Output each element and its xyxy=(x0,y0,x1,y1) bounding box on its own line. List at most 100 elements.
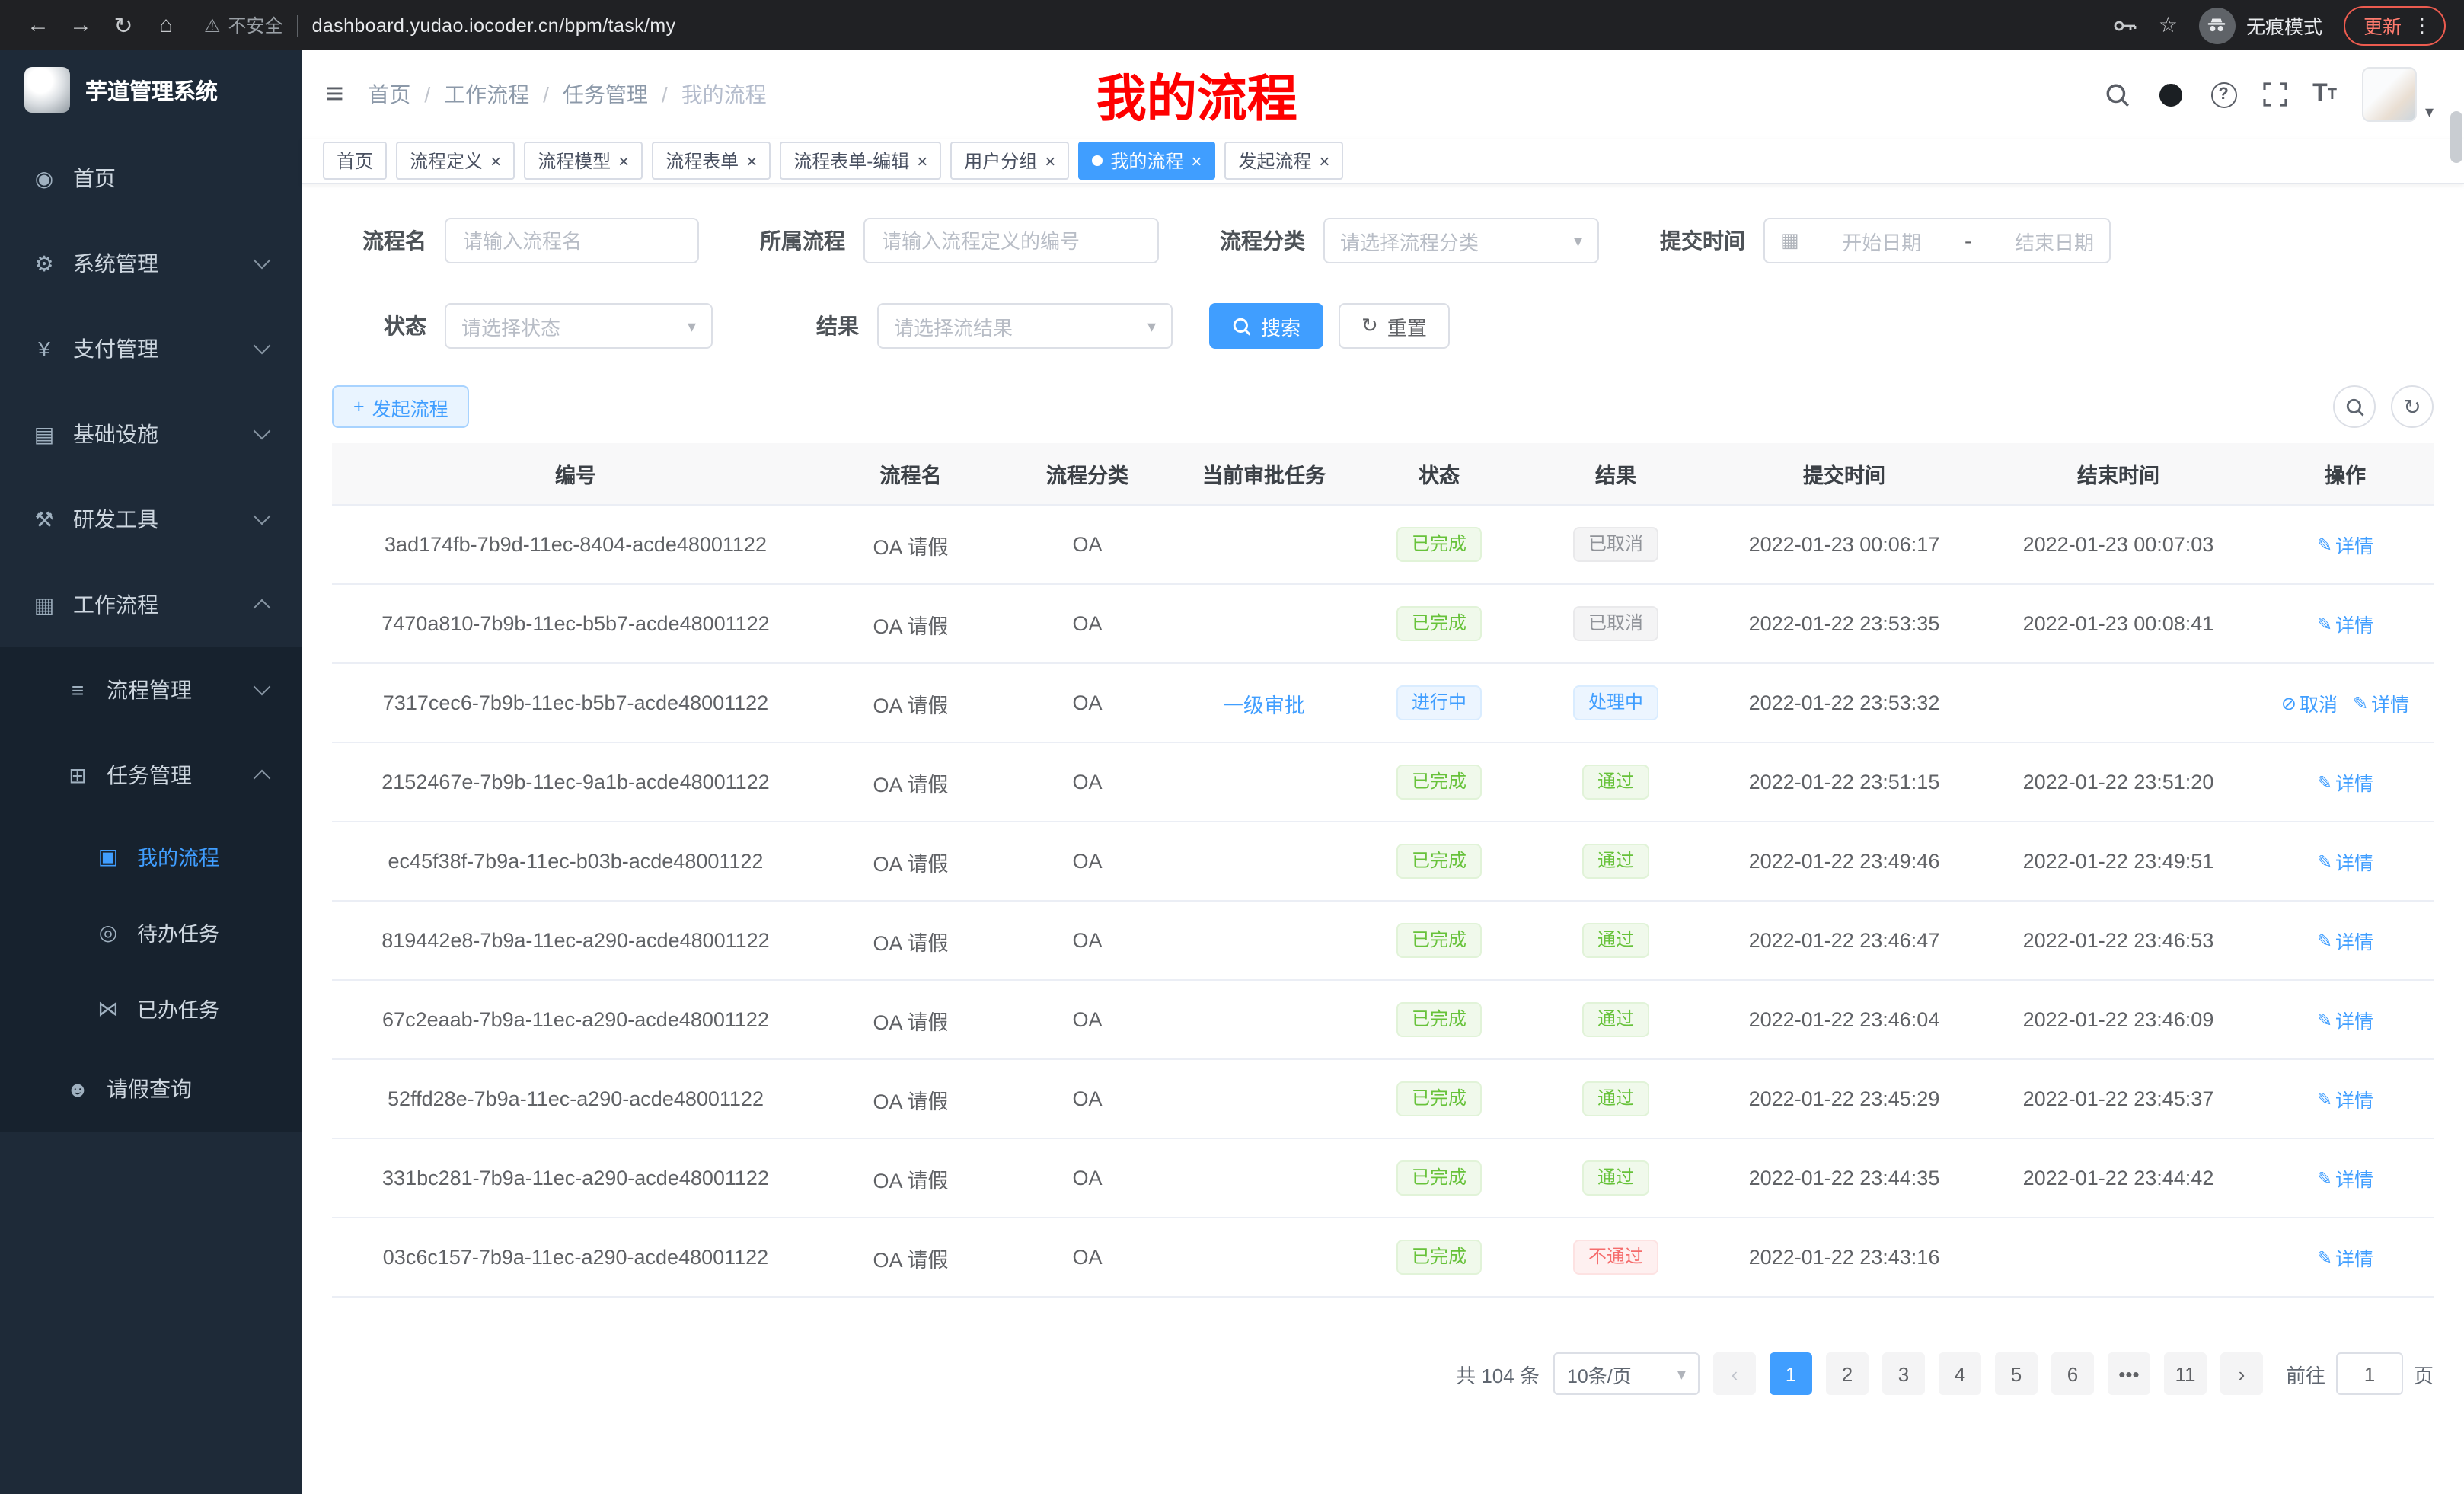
kebab-menu-icon[interactable]: ⋮ xyxy=(2412,13,2432,37)
close-tab-icon[interactable]: × xyxy=(1319,152,1329,170)
sidebar-item-home[interactable]: ◉首页 xyxy=(0,136,302,221)
browser-forward-button[interactable]: → xyxy=(61,12,101,38)
search-icon[interactable] xyxy=(2104,81,2130,107)
page-button-6[interactable]: 6 xyxy=(2051,1352,2094,1395)
close-tab-icon[interactable]: × xyxy=(917,152,927,170)
sidebar-item-infrastructure[interactable]: ▤基础设施 xyxy=(0,391,302,477)
sidebar-item-system-manage[interactable]: ⚙系统管理 xyxy=(0,221,302,306)
search-button[interactable]: 搜索 xyxy=(1209,303,1323,349)
detail-action-button[interactable]: ✎详情 xyxy=(2317,1243,2373,1272)
current-task-link[interactable]: 一级审批 xyxy=(1223,694,1305,717)
sidebar-item-dev-tools[interactable]: ⚒研发工具 xyxy=(0,477,302,562)
sidebar-item-my-process[interactable]: ▣我的流程 xyxy=(0,818,302,894)
end-time-cell: 2022-01-22 23:46:53 xyxy=(1980,901,2257,980)
cancel-action-button[interactable]: ⊘取消 xyxy=(2281,688,2338,717)
sidebar-item-done-task[interactable]: ⋈已办任务 xyxy=(0,970,302,1046)
user-menu[interactable]: ▾ xyxy=(2363,67,2434,122)
hamburger-menu-icon[interactable]: ≡ xyxy=(326,77,343,112)
tab-start-process[interactable]: 发起流程× xyxy=(1224,142,1343,180)
detail-action-button[interactable]: ✎详情 xyxy=(2317,926,2373,955)
category-select[interactable]: 请选择流程分类 ▾ xyxy=(1323,218,1599,263)
page-button-1[interactable]: 1 xyxy=(1770,1352,1812,1395)
browser-reload-button[interactable]: ↻ xyxy=(104,11,143,39)
page-size-select[interactable]: 10条/页 ▾ xyxy=(1553,1352,1700,1395)
close-tab-icon[interactable]: × xyxy=(618,152,629,170)
detail-icon: ✎ xyxy=(2317,771,2332,793)
status-cell: 已完成 xyxy=(1355,901,1523,980)
sidebar-item-todo-task[interactable]: ◎待办任务 xyxy=(0,894,302,970)
next-page-button[interactable]: › xyxy=(2220,1352,2263,1395)
sidebar-item-workflow[interactable]: ▦工作流程 xyxy=(0,562,302,647)
breadcrumb-home[interactable]: 首页 xyxy=(368,79,410,110)
actions-cell: ✎详情 xyxy=(2257,980,2434,1059)
detail-action-button[interactable]: ✎详情 xyxy=(2353,688,2409,717)
more-pages-button[interactable]: ••• xyxy=(2108,1352,2150,1395)
browser-actions: ☆ 无痕模式 更新 ⋮ xyxy=(2113,5,2446,45)
sidebar-item-leave-query[interactable]: ☻请假查询 xyxy=(0,1046,302,1132)
refresh-table-button[interactable]: ↻ xyxy=(2391,385,2434,428)
close-tab-icon[interactable]: × xyxy=(1191,152,1202,170)
font-size-icon[interactable]: TT xyxy=(2312,81,2337,108)
detail-icon: ✎ xyxy=(2317,613,2332,634)
sidebar-item-payment-manage[interactable]: ¥支付管理 xyxy=(0,306,302,391)
tab-process-form[interactable]: 流程表单 × xyxy=(652,142,771,180)
close-tab-icon[interactable]: × xyxy=(1045,152,1055,170)
app-logo-area[interactable]: 芋道管理系统 xyxy=(0,50,302,129)
tab-my-process[interactable]: 我的流程× xyxy=(1078,142,1215,180)
current-task-cell: 一级审批 xyxy=(1173,663,1355,742)
page-button-3[interactable]: 3 xyxy=(1882,1352,1925,1395)
tab-label: 流程表单 xyxy=(665,148,739,174)
tab-process-definition[interactable]: 流程定义× xyxy=(396,142,515,180)
toggle-search-button[interactable] xyxy=(2333,385,2376,428)
detail-action-button[interactable]: ✎详情 xyxy=(2317,768,2373,796)
tab-home[interactable]: 首页 xyxy=(323,142,387,180)
close-tab-icon[interactable]: × xyxy=(746,152,757,170)
tab-process-form-edit[interactable]: 流程表单-编辑× xyxy=(780,142,941,180)
browser-update-button[interactable]: 更新 ⋮ xyxy=(2344,5,2446,45)
process-def-input[interactable] xyxy=(863,218,1159,263)
breadcrumb-workflow[interactable]: 工作流程 xyxy=(444,79,529,110)
status-select[interactable]: 请选择状态 ▾ xyxy=(445,303,713,349)
bookmark-star-icon[interactable]: ☆ xyxy=(2159,12,2178,38)
tab-user-group[interactable]: 用户分组× xyxy=(950,142,1069,180)
process-name-input[interactable] xyxy=(445,218,699,263)
detail-action-button[interactable]: ✎详情 xyxy=(2317,1164,2373,1192)
refresh-icon: ↻ xyxy=(1361,314,1378,338)
key-icon[interactable] xyxy=(2113,13,2137,37)
page-button-2[interactable]: 2 xyxy=(1826,1352,1869,1395)
page-button-11[interactable]: 11 xyxy=(2164,1352,2207,1395)
chevron-up-icon xyxy=(254,770,271,787)
fullscreen-icon[interactable] xyxy=(2262,82,2287,107)
page-button-5[interactable]: 5 xyxy=(1995,1352,2038,1395)
detail-action-button[interactable]: ✎详情 xyxy=(2317,530,2373,559)
current-task-cell xyxy=(1173,742,1355,822)
start-process-button[interactable]: + 发起流程 xyxy=(332,385,470,428)
goto-page-input[interactable] xyxy=(2336,1352,2403,1395)
browser-home-button[interactable]: ⌂ xyxy=(146,12,186,38)
page-button-4[interactable]: 4 xyxy=(1939,1352,1981,1395)
detail-action-button[interactable]: ✎详情 xyxy=(2317,1005,2373,1034)
prev-page-button[interactable]: ‹ xyxy=(1713,1352,1756,1395)
reset-button[interactable]: ↻ 重置 xyxy=(1339,303,1450,349)
scrollbar-thumb[interactable] xyxy=(2450,111,2462,163)
sidebar-item-process-manage[interactable]: ≡流程管理 xyxy=(0,647,302,733)
breadcrumb-task-manage[interactable]: 任务管理 xyxy=(563,79,648,110)
result-select[interactable]: 请选择流结果 ▾ xyxy=(877,303,1173,349)
browser-back-button[interactable]: ← xyxy=(18,12,58,38)
detail-action-button[interactable]: ✎详情 xyxy=(2317,847,2373,876)
main-area: ≡ 首页 / 工作流程 / 任务管理 / 我的流程 我的流程 xyxy=(302,50,2464,1494)
chevron-down-icon xyxy=(254,337,271,355)
sidebar: 芋道管理系统 ◉首页⚙系统管理¥支付管理▤基础设施⚒研发工具▦工作流程≡流程管理… xyxy=(0,50,302,1494)
detail-action-button[interactable]: ✎详情 xyxy=(2317,1084,2373,1113)
tab-process-model[interactable]: 流程模型× xyxy=(524,142,643,180)
sidebar-item-task-manage[interactable]: ⊞任务管理 xyxy=(0,733,302,818)
address-bar[interactable]: ⚠ 不安全 dashboard.yudao.iocoder.cn/bpm/tas… xyxy=(204,12,2095,38)
close-tab-icon[interactable]: × xyxy=(490,152,501,170)
filter-row-2: 状态 请选择状态 ▾ 结果 请选择流结果 ▾ xyxy=(332,303,2434,349)
github-icon[interactable] xyxy=(2156,80,2185,109)
help-icon[interactable]: ? xyxy=(2210,81,2236,107)
submit-time-range-picker[interactable]: ▦ 开始日期 - 结束日期 xyxy=(1763,218,2111,263)
actions-cell: ✎详情 xyxy=(2257,1059,2434,1138)
plus-icon: + xyxy=(353,396,365,417)
detail-action-button[interactable]: ✎详情 xyxy=(2317,609,2373,638)
